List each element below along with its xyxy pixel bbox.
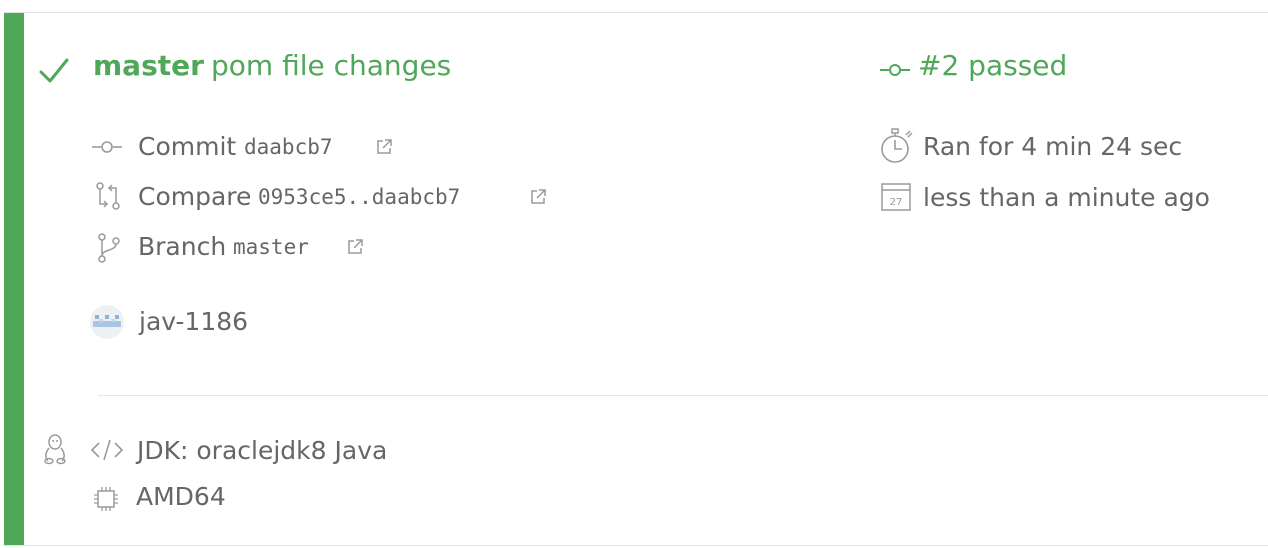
commit-icon: [880, 64, 910, 76]
external-link-icon[interactable]: [529, 188, 547, 206]
calendar-icon: 27: [881, 183, 911, 211]
arch-info: AMD64: [136, 482, 226, 511]
finished-time: less than a minute ago: [923, 183, 1210, 212]
branch-link[interactable]: master: [93, 50, 204, 82]
cpu-icon: [94, 487, 118, 511]
commit-sha[interactable]: daabcb7: [244, 135, 333, 159]
external-link-icon[interactable]: [375, 138, 393, 156]
stopwatch-icon: [881, 128, 913, 163]
compare-range[interactable]: 0953ce5..daabcb7: [258, 185, 460, 209]
build-card: master pom file changes #2 passed Commit…: [4, 12, 1268, 546]
divider: [98, 395, 1268, 396]
linux-icon: [44, 434, 66, 465]
external-link-icon[interactable]: [346, 238, 364, 256]
branch-icon: [98, 233, 120, 263]
calendar-day: 27: [890, 197, 903, 208]
code-icon: [90, 439, 124, 461]
build-number-status[interactable]: #2 passed: [918, 50, 1067, 82]
compare-icon: [96, 182, 120, 210]
avatar[interactable]: [90, 305, 124, 339]
jdk-info: JDK: oraclejdk8 Java: [137, 436, 388, 465]
branch-name[interactable]: master: [233, 235, 309, 259]
avatar-image: [93, 315, 121, 327]
author-name[interactable]: jav-1186: [139, 307, 248, 337]
commit-icon: [92, 141, 122, 153]
branch-label: Branch: [138, 232, 227, 261]
commit-message[interactable]: pom file changes: [211, 50, 451, 82]
commit-label: Commit: [138, 132, 237, 161]
check-icon: [39, 58, 69, 83]
status-bar: [4, 13, 24, 545]
duration: Ran for 4 min 24 sec: [923, 132, 1183, 161]
compare-label: Compare: [138, 182, 252, 211]
